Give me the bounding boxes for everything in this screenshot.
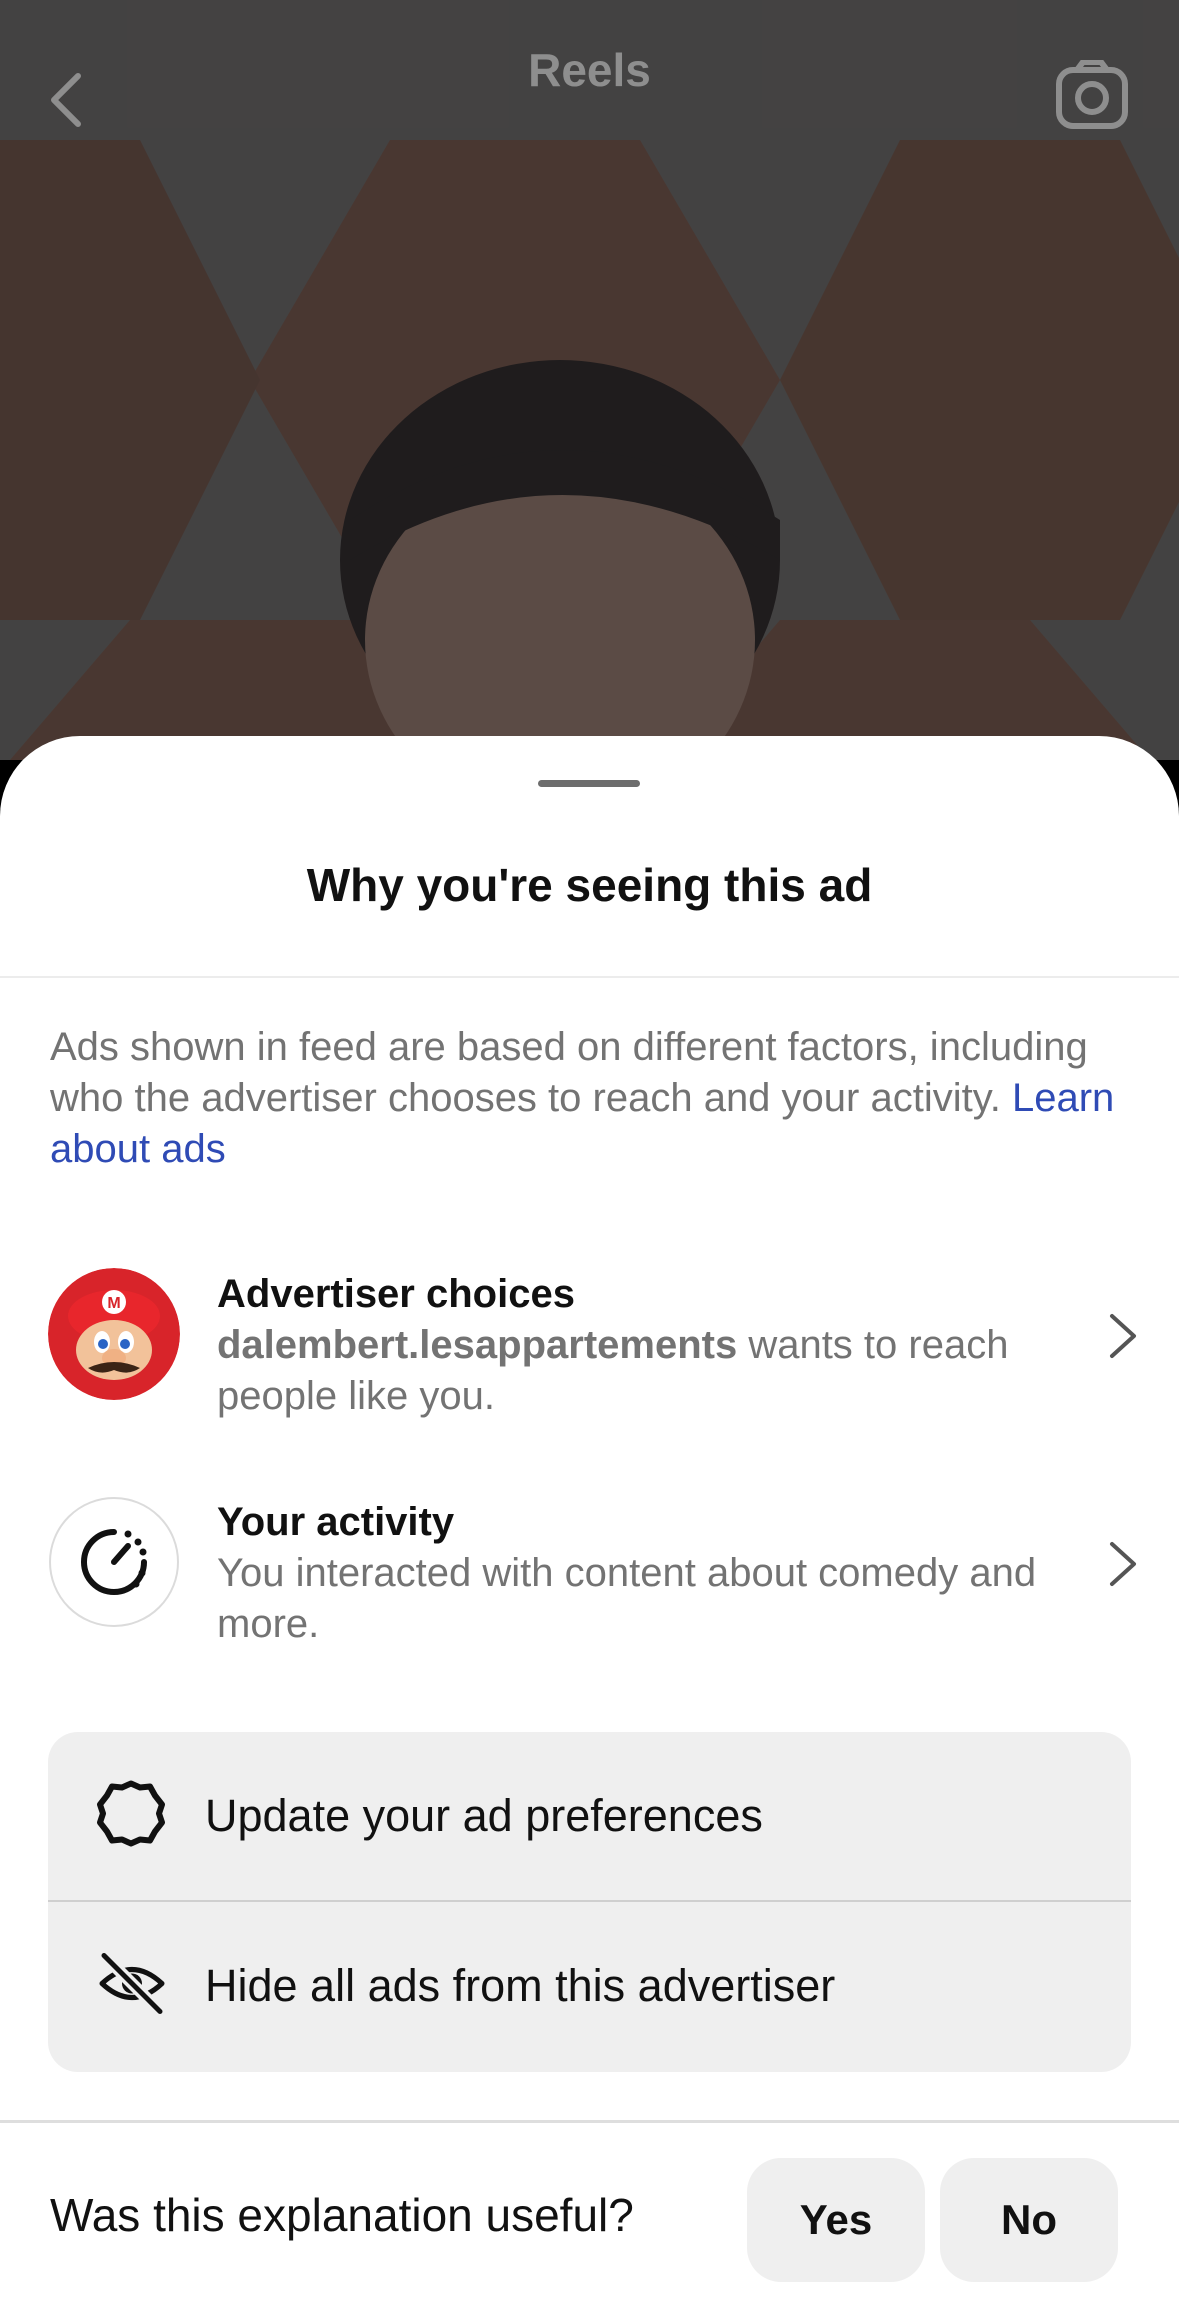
- svg-text:M: M: [107, 1295, 120, 1312]
- feedback-question: Was this explanation useful?: [50, 2189, 634, 2241]
- feedback-no-button[interactable]: No: [940, 2158, 1118, 2282]
- advertiser-account: dalembert.lesappartements: [217, 1323, 738, 1367]
- divider: [0, 2120, 1179, 2123]
- chevron-left-icon[interactable]: [46, 70, 86, 135]
- mario-avatar: M: [48, 1268, 180, 1400]
- activity-description: You interacted with content about comedy…: [217, 1551, 1037, 1646]
- ad-options-group: Update your ad preferences Hide all ads …: [48, 1732, 1131, 2072]
- feedback-yes-button[interactable]: Yes: [747, 2158, 925, 2282]
- hide-advertiser-ads-label: Hide all ads from this advertiser: [205, 1960, 836, 2011]
- ad-info-sheet: Why you're seeing this ad Ads shown in f…: [0, 736, 1179, 2302]
- advertiser-description: dalembert.lesappartements wants to reach…: [217, 1320, 1077, 1422]
- gear-icon: [96, 1779, 166, 1854]
- advertiser-choices-row[interactable]: M Advertiser choices dalembert.lesappart…: [48, 1268, 1138, 1418]
- reel-background: Reels: [0, 0, 1179, 760]
- eye-off-icon: [96, 1948, 168, 2025]
- your-activity-row[interactable]: Your activity You interacted with conten…: [48, 1496, 1138, 1646]
- update-ad-preferences-button[interactable]: Update your ad preferences: [48, 1732, 1131, 1900]
- intro-description: Ads shown in feed are based on different…: [50, 1025, 1088, 1120]
- activity-timer-icon: [49, 1497, 179, 1627]
- activity-text: Your activity You interacted with conten…: [217, 1496, 1077, 1650]
- hide-advertiser-ads-button[interactable]: Hide all ads from this advertiser: [48, 1902, 1131, 2070]
- advertiser-heading: Advertiser choices: [217, 1272, 575, 1316]
- reels-header: Reels: [0, 0, 1179, 140]
- divider: [0, 976, 1179, 978]
- page-title: Reels: [528, 44, 651, 96]
- camera-icon[interactable]: [1055, 59, 1129, 137]
- update-ad-preferences-label: Update your ad preferences: [205, 1790, 763, 1841]
- sheet-title: Why you're seeing this ad: [306, 859, 873, 911]
- sheet-grabber[interactable]: [538, 780, 640, 787]
- chevron-right-icon: [1108, 1312, 1138, 1365]
- activity-heading: Your activity: [217, 1500, 455, 1544]
- advertiser-text: Advertiser choices dalembert.lesappartem…: [217, 1268, 1077, 1422]
- chevron-right-icon: [1108, 1540, 1138, 1593]
- intro-text: Ads shown in feed are based on different…: [50, 1022, 1140, 1175]
